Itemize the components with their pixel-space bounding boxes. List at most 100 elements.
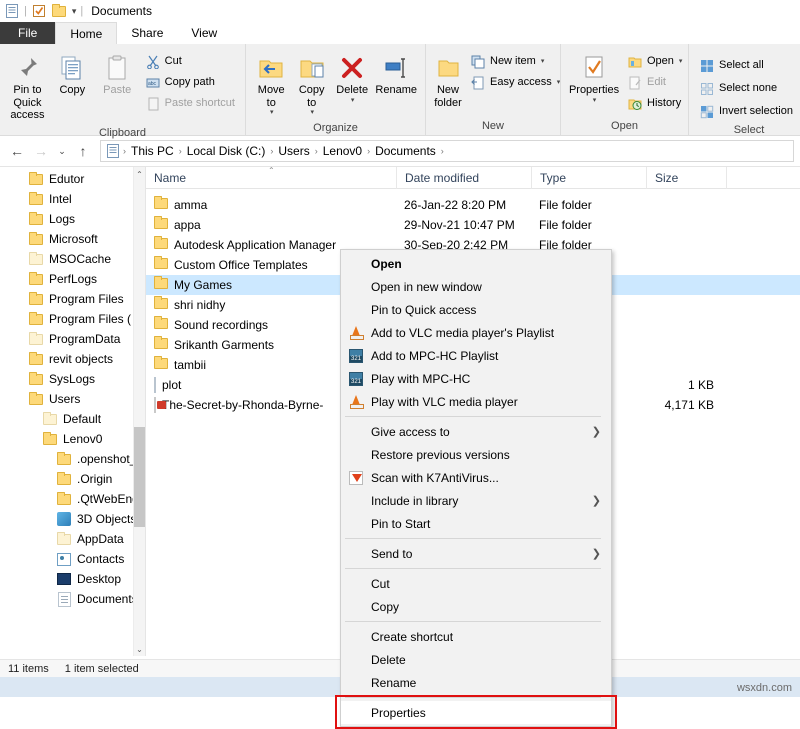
copy-to-button[interactable]: Copy to ▾ — [292, 49, 330, 120]
menu-item-create-shortcut[interactable]: Create shortcut — [341, 625, 611, 648]
breadcrumb-lenov0[interactable]: Lenov0 — [320, 144, 365, 158]
sidebar-item-appdata[interactable]: AppData — [0, 529, 145, 549]
chevron-down-icon[interactable]: ▾ — [351, 97, 355, 105]
menu-item-scan-with-k7antivirus[interactable]: Scan with K7AntiVirus... — [341, 466, 611, 489]
new-item-button[interactable]: New item ▾ — [466, 52, 564, 72]
breadcrumb-separator[interactable]: › — [441, 146, 444, 156]
menu-item-restore-previous-versions[interactable]: Restore previous versions — [341, 443, 611, 466]
menu-item-play-with-vlc-media-player[interactable]: Play with VLC media player — [341, 390, 611, 413]
folder-icon[interactable] — [51, 3, 67, 19]
rename-button[interactable]: Rename — [373, 49, 419, 100]
chevron-down-icon[interactable]: ▾ — [541, 58, 545, 66]
breadcrumb-separator[interactable]: › — [315, 146, 318, 156]
tab-file[interactable]: File — [0, 22, 56, 44]
delete-button[interactable]: Delete ▾ — [333, 49, 371, 108]
menu-item-add-to-mpc-hc-playlist[interactable]: Add to MPC-HC Playlist — [341, 344, 611, 367]
edit-button[interactable]: Edit — [623, 73, 686, 93]
breadcrumb-users[interactable]: Users — [275, 144, 312, 158]
sidebar-item-edutor[interactable]: Edutor — [0, 169, 145, 189]
breadcrumb-this-pc[interactable]: This PC — [128, 144, 177, 158]
sidebar-item-revit-objects[interactable]: revit objects — [0, 349, 145, 369]
table-row[interactable]: appa 29-Nov-21 10:47 PM File folder — [146, 215, 800, 235]
sidebar-item-default[interactable]: Default — [0, 409, 145, 429]
sidebar-item-origin[interactable]: .Origin — [0, 469, 145, 489]
menu-item-properties[interactable]: Properties — [341, 701, 611, 724]
new-folder-button[interactable]: New folder — [432, 49, 464, 112]
chevron-down-icon[interactable]: ▾ — [679, 58, 683, 66]
submenu-arrow-icon[interactable]: ❯ — [592, 547, 601, 560]
sidebar-item-desktop[interactable]: Desktop — [0, 569, 145, 589]
column-header-name[interactable]: Name ⌃ — [146, 167, 396, 189]
select-none-button[interactable]: Select none — [695, 79, 797, 99]
paste-button[interactable]: Paste — [96, 49, 139, 100]
history-button[interactable]: History — [623, 94, 686, 114]
column-header-size[interactable]: Size — [646, 167, 726, 189]
menu-item-add-to-vlc-media-player-s-playlist[interactable]: Add to VLC media player's Playlist — [341, 321, 611, 344]
menu-item-send-to[interactable]: Send to ❯ — [341, 542, 611, 565]
sidebar-item-qtwebengi[interactable]: .QtWebEngi — [0, 489, 145, 509]
sidebar-item-logs[interactable]: Logs — [0, 209, 145, 229]
tab-home[interactable]: Home — [55, 22, 118, 44]
tab-share[interactable]: Share — [117, 22, 177, 44]
menu-item-delete[interactable]: Delete — [341, 648, 611, 671]
submenu-arrow-icon[interactable]: ❯ — [592, 425, 601, 438]
menu-item-cut[interactable]: Cut — [341, 572, 611, 595]
breadcrumb-separator[interactable]: › — [123, 146, 126, 156]
chevron-down-icon[interactable]: ▾ — [310, 109, 314, 117]
sidebar-item-program-files[interactable]: Program Files — [0, 289, 145, 309]
sidebar-item-3d-objects[interactable]: 3D Objects — [0, 509, 145, 529]
menu-item-include-in-library[interactable]: Include in library ❯ — [341, 489, 611, 512]
copy-button[interactable]: Copy — [51, 49, 94, 100]
breadcrumb-documents[interactable]: Documents — [372, 144, 439, 158]
recent-locations-button[interactable]: ⌄ — [54, 140, 70, 162]
sidebar-item-syslogs[interactable]: SysLogs — [0, 369, 145, 389]
tab-view[interactable]: View — [177, 22, 231, 44]
chevron-down-icon[interactable]: ▾ — [270, 109, 274, 117]
invert-selection-button[interactable]: Invert selection — [695, 102, 797, 122]
sidebar-item-lenov0[interactable]: Lenov0 — [0, 429, 145, 449]
pin-to-quick-access-button[interactable]: Pin to Quick access — [6, 49, 49, 125]
sidebar-item-programdata[interactable]: ProgramData — [0, 329, 145, 349]
sidebar-item-msocache[interactable]: MSOCache — [0, 249, 145, 269]
menu-item-open-in-new-window[interactable]: Open in new window — [341, 275, 611, 298]
submenu-arrow-icon[interactable]: ❯ — [592, 494, 601, 507]
sidebar-item-documents[interactable]: Documents⌄ — [0, 589, 145, 609]
chevron-down-icon[interactable]: ▾ — [593, 97, 597, 105]
sidebar-item-intel[interactable]: Intel — [0, 189, 145, 209]
breadcrumb-separator[interactable]: › — [179, 146, 182, 156]
breadcrumb-separator[interactable]: › — [367, 146, 370, 156]
paste-shortcut-button[interactable]: Paste shortcut — [141, 94, 239, 114]
document-icon[interactable] — [4, 3, 20, 19]
sidebar-item-users[interactable]: Users — [0, 389, 145, 409]
sidebar-item-openshot-c[interactable]: .openshot_c — [0, 449, 145, 469]
menu-item-pin-to-quick-access[interactable]: Pin to Quick access — [341, 298, 611, 321]
menu-item-pin-to-start[interactable]: Pin to Start — [341, 512, 611, 535]
select-all-button[interactable]: Select all — [695, 56, 797, 76]
back-button[interactable]: ← — [6, 140, 28, 162]
scroll-up-arrow-icon[interactable]: ⌃ — [134, 167, 145, 181]
table-row[interactable]: amma 26-Jan-22 8:20 PM File folder — [146, 195, 800, 215]
scroll-down-arrow-icon[interactable]: ⌄ — [134, 642, 145, 656]
checkbox-icon[interactable] — [31, 3, 47, 19]
menu-item-rename[interactable]: Rename — [341, 671, 611, 694]
sidebar-item-contacts[interactable]: Contacts — [0, 549, 145, 569]
open-button[interactable]: Open ▾ — [623, 52, 686, 72]
column-header-date-modified[interactable]: Date modified — [396, 167, 531, 189]
menu-item-open[interactable]: Open — [341, 252, 611, 275]
forward-button[interactable]: → — [30, 140, 52, 162]
breadcrumb[interactable]: › This PC › Local Disk (C:) › Users › Le… — [100, 140, 794, 162]
column-header-type[interactable]: Type — [531, 167, 646, 189]
easy-access-button[interactable]: Easy access ▾ — [466, 73, 564, 93]
breadcrumb-separator[interactable]: › — [270, 146, 273, 156]
chevron-down-icon[interactable]: ▾ — [72, 6, 77, 17]
menu-item-copy[interactable]: Copy — [341, 595, 611, 618]
breadcrumb-local-disk[interactable]: Local Disk (C:) — [184, 144, 269, 158]
up-button[interactable]: ↑ — [72, 140, 94, 162]
copy-path-button[interactable]: abc Copy path — [141, 73, 239, 93]
menu-item-give-access-to[interactable]: Give access to ❯ — [341, 420, 611, 443]
properties-button[interactable]: Properties ▾ — [567, 49, 621, 108]
sidebar-item-microsoft[interactable]: Microsoft — [0, 229, 145, 249]
sidebar-scroll-thumb[interactable] — [134, 427, 145, 527]
menu-item-play-with-mpc-hc[interactable]: Play with MPC-HC — [341, 367, 611, 390]
cut-button[interactable]: Cut — [141, 52, 239, 72]
